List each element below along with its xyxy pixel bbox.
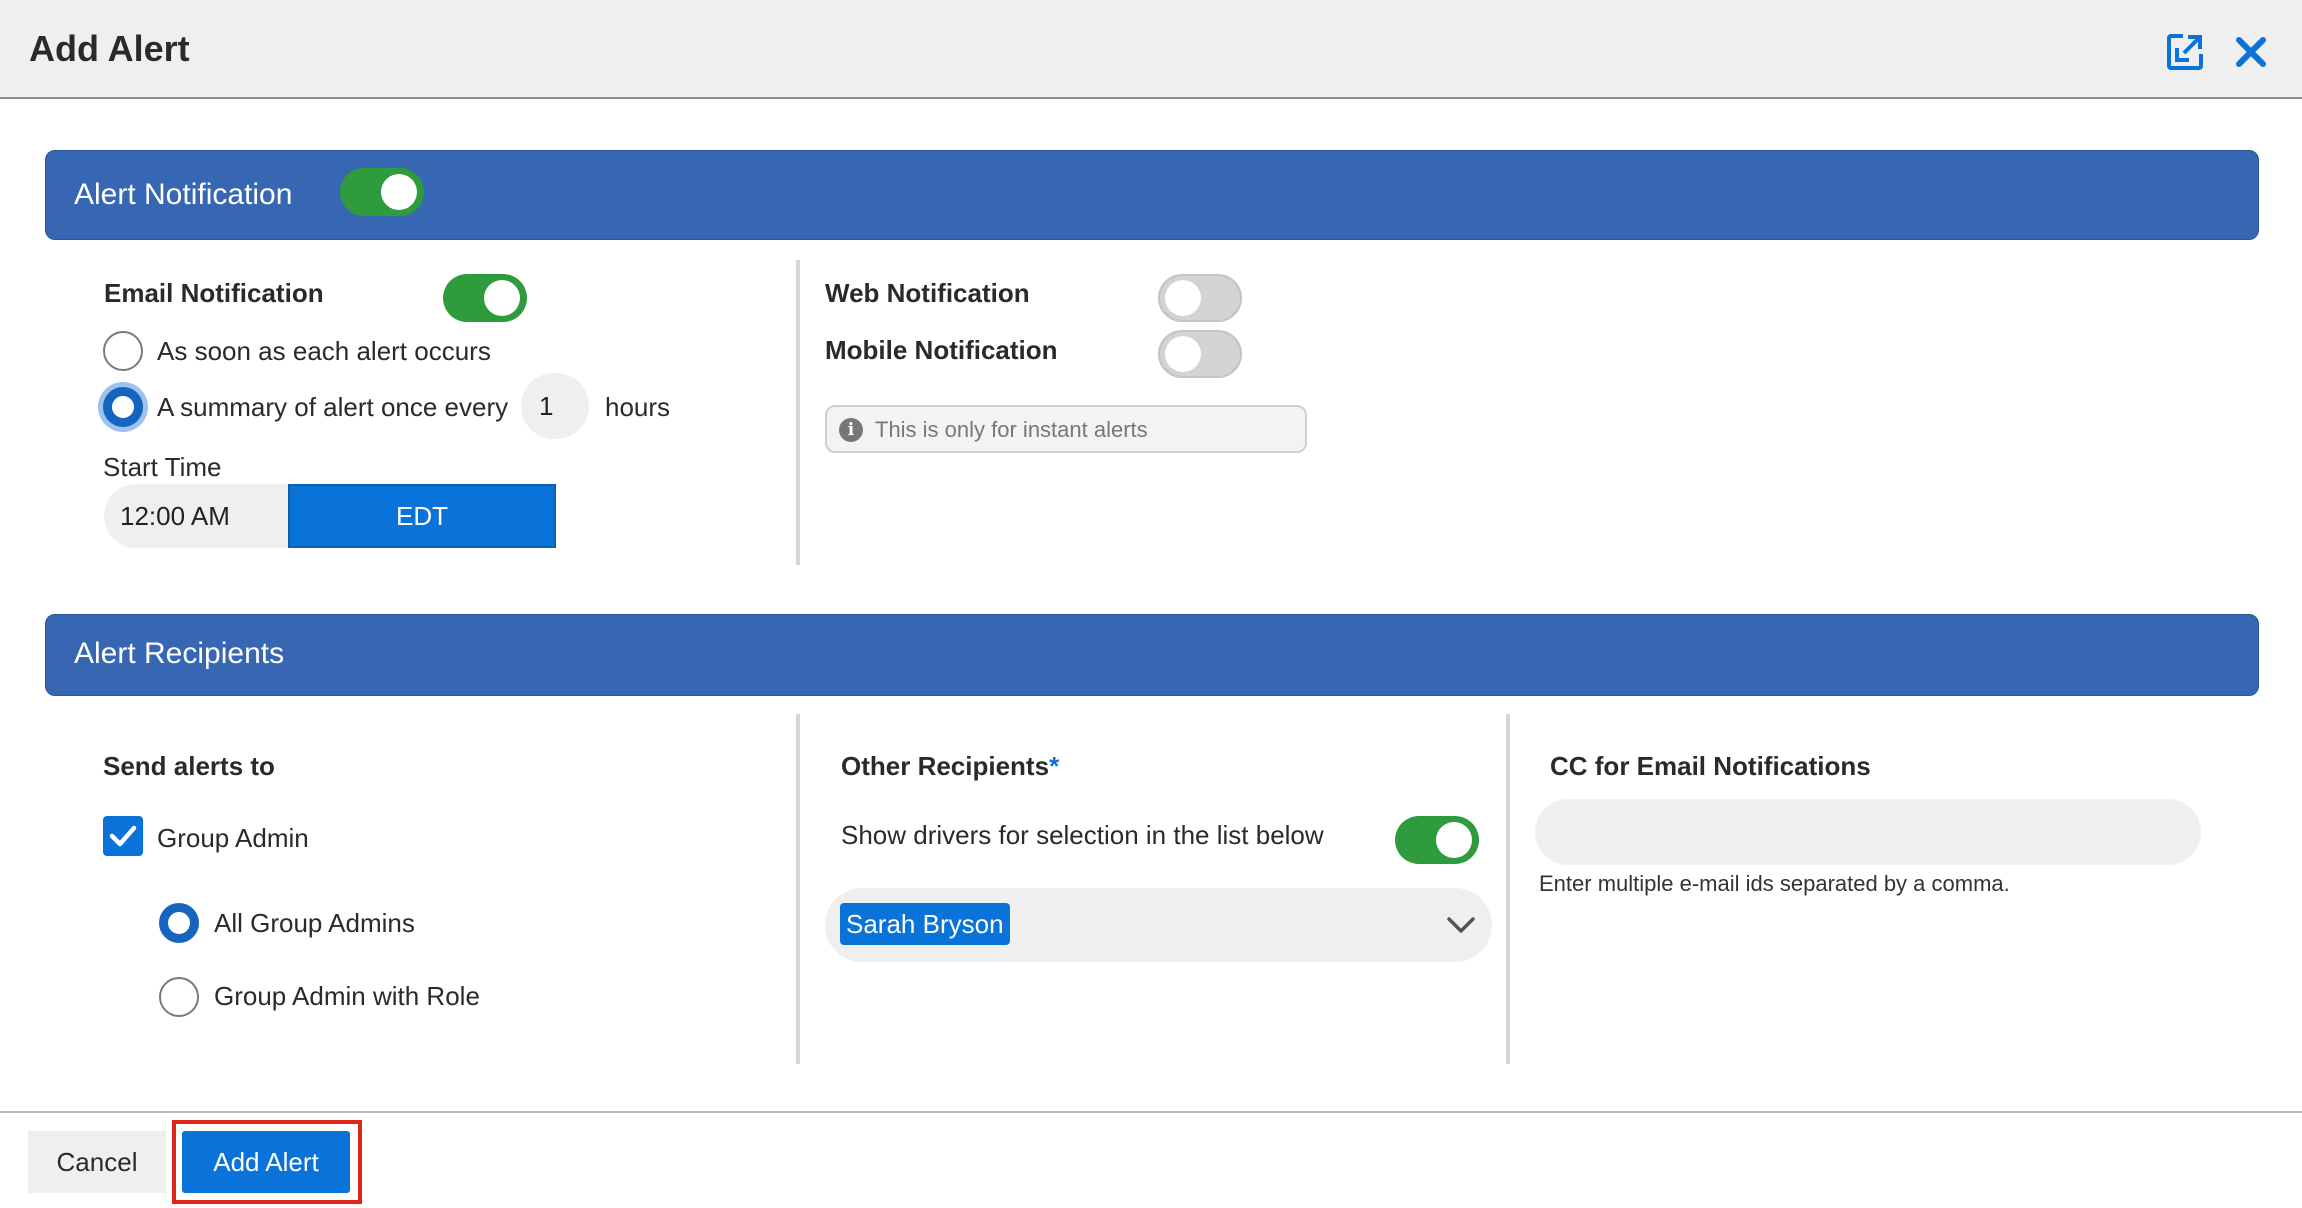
all-group-admins-label: All Group Admins — [214, 908, 415, 938]
radio-immediate[interactable] — [103, 331, 143, 371]
recipients-select[interactable]: Sarah Bryson — [825, 888, 1492, 962]
email-notification-toggle[interactable] — [443, 274, 527, 322]
add-alert-button[interactable]: Add Alert — [182, 1131, 350, 1193]
other-recipients-label: Other Recipients* — [841, 751, 1059, 782]
start-time-label: Start Time — [103, 452, 222, 482]
toggle-knob — [1436, 822, 1472, 858]
other-recipients-text: Other Recipients — [841, 751, 1050, 781]
start-time-input[interactable]: 12:00 AM — [104, 484, 290, 548]
dialog-header: Add Alert — [0, 0, 2302, 99]
web-notification-label: Web Notification — [825, 278, 1030, 308]
column-divider — [796, 260, 800, 565]
toggle-knob — [1165, 280, 1201, 316]
email-notification-label: Email Notification — [104, 278, 324, 308]
radio-all-group-admins[interactable] — [159, 903, 199, 943]
group-admin-role-label: Group Admin with Role — [214, 981, 480, 1011]
toggle-knob — [1165, 336, 1201, 372]
alert-recipients-title: Alert Recipients — [74, 637, 285, 670]
alert-notification-toggle[interactable] — [340, 168, 424, 216]
mobile-notification-toggle[interactable] — [1158, 330, 1242, 378]
check-icon — [109, 825, 137, 847]
group-admin-checkbox[interactable] — [103, 816, 143, 856]
radio-group-admin-role[interactable] — [159, 977, 199, 1017]
instant-alerts-text: This is only for instant alerts — [875, 417, 1148, 442]
chevron-down-icon[interactable] — [1444, 908, 1478, 942]
column-divider — [796, 714, 800, 1064]
instant-alerts-note: i This is only for instant alerts — [825, 405, 1307, 453]
hours-suffix: hours — [605, 392, 671, 422]
close-icon[interactable] — [2232, 33, 2270, 71]
timezone-button[interactable]: EDT — [288, 484, 556, 548]
cc-email-input[interactable] — [1535, 799, 2201, 865]
cancel-button[interactable]: Cancel — [28, 1131, 166, 1193]
toggle-knob — [381, 174, 417, 210]
mobile-notification-label: Mobile Notification — [825, 335, 1058, 365]
radio-summary[interactable] — [103, 387, 143, 427]
cc-hint: Enter multiple e-mail ids separated by a… — [1539, 871, 2010, 896]
alert-notification-header: Alert Notification — [45, 150, 2259, 240]
web-notification-toggle[interactable] — [1158, 274, 1242, 322]
info-icon: i — [839, 418, 863, 442]
dialog-title: Add Alert — [29, 28, 190, 69]
group-admin-label: Group Admin — [157, 823, 309, 853]
show-drivers-label: Show drivers for selection in the list b… — [841, 820, 1324, 850]
footer-divider — [0, 1111, 2302, 1113]
send-alerts-to-label: Send alerts to — [103, 751, 275, 781]
cc-label: CC for Email Notifications — [1550, 751, 1871, 781]
alert-recipients-header: Alert Recipients — [45, 614, 2259, 696]
toggle-knob — [484, 280, 520, 316]
column-divider — [1506, 714, 1510, 1064]
recipient-chip[interactable]: Sarah Bryson — [840, 903, 1010, 945]
show-drivers-toggle[interactable] — [1395, 816, 1479, 864]
alert-notification-title: Alert Notification — [74, 178, 293, 211]
expand-icon[interactable] — [2166, 33, 2204, 71]
hours-input[interactable]: 1 — [521, 373, 589, 439]
required-marker: * — [1049, 751, 1060, 781]
option-immediate-label: As soon as each alert occurs — [157, 336, 491, 366]
option-summary-label: A summary of alert once every — [157, 392, 509, 422]
